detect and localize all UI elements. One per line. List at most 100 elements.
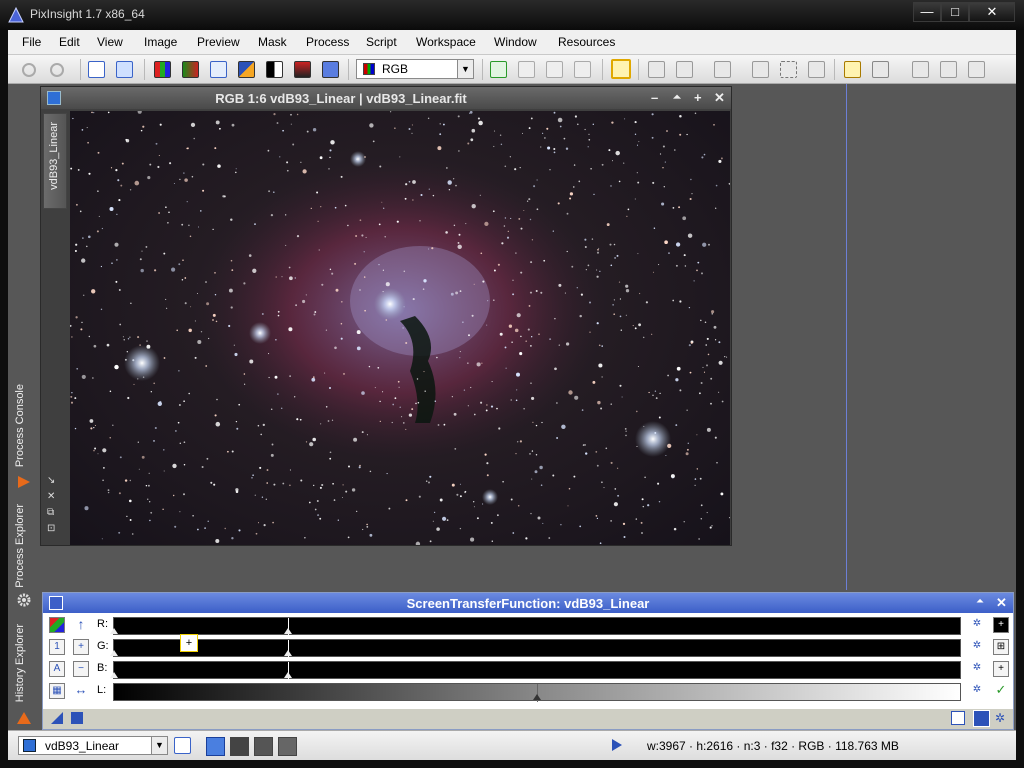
zoom-mode-icon[interactable] bbox=[752, 61, 769, 78]
readout-mode-icon[interactable] bbox=[611, 59, 631, 79]
mask-overlay-icon[interactable] bbox=[322, 61, 339, 78]
stf-shade-icon[interactable]: ⏶ bbox=[976, 596, 984, 607]
minimize-button[interactable]: — bbox=[913, 2, 941, 22]
stf-titlebar[interactable]: ScreenTransferFunction: vdB93_Linear ⏶ ✕ bbox=[43, 593, 1013, 613]
reset-channel-g-icon[interactable]: ✲ bbox=[969, 639, 985, 655]
reset-channel-r-icon[interactable]: ✲ bbox=[969, 617, 985, 633]
view-selector[interactable]: vdB93_Linear ▼ bbox=[18, 736, 168, 755]
history-explorer-icon[interactable] bbox=[16, 710, 32, 726]
apply-global-icon[interactable] bbox=[71, 712, 83, 724]
auto-stretch-icon[interactable]: A bbox=[49, 661, 65, 677]
stf-slider-b[interactable] bbox=[110, 661, 961, 680]
zoom-to-fit-icon[interactable] bbox=[808, 61, 825, 78]
image-minimize-icon[interactable]: – bbox=[651, 90, 658, 105]
process-console-icon[interactable] bbox=[16, 474, 32, 490]
menu-mask[interactable]: Mask bbox=[258, 35, 287, 49]
horizontal-arrows-icon[interactable]: ↔ bbox=[73, 683, 89, 699]
midtones-marker-triangle[interactable] bbox=[284, 650, 292, 656]
view-mode-1-icon[interactable] bbox=[206, 737, 225, 756]
mask-icon[interactable] bbox=[266, 61, 283, 78]
plus-icon[interactable]: + bbox=[73, 639, 89, 655]
shadows-marker[interactable] bbox=[110, 650, 118, 656]
menu-edit[interactable]: Edit bbox=[59, 35, 80, 49]
stf-slider-g[interactable]: + bbox=[110, 634, 961, 658]
reset-channel-b-icon[interactable]: ✲ bbox=[969, 661, 985, 677]
view-mode-3-icon[interactable] bbox=[254, 737, 273, 756]
menu-resources[interactable]: Resources bbox=[558, 35, 615, 49]
close-button[interactable]: ✕ bbox=[969, 2, 1015, 22]
redo-icon[interactable] bbox=[50, 63, 64, 77]
new-preview-icon[interactable] bbox=[210, 61, 227, 78]
fit-view-icon[interactable] bbox=[780, 61, 797, 78]
tool-c-icon[interactable] bbox=[968, 61, 985, 78]
zoom-1-1-icon[interactable] bbox=[88, 61, 105, 78]
image-window-titlebar[interactable]: RGB 1:6 vdB93_Linear | vdB93_Linear.fit … bbox=[41, 87, 731, 109]
show-mask-icon[interactable] bbox=[294, 61, 311, 78]
midtones-marker-triangle[interactable] bbox=[533, 694, 541, 700]
zoom-icon[interactable]: ⊡ bbox=[47, 523, 63, 539]
zoom-fit-small-icon[interactable]: ⊞ bbox=[993, 639, 1009, 655]
rgb-link-icon[interactable] bbox=[49, 617, 65, 633]
new-instance-icon[interactable] bbox=[51, 712, 63, 724]
pan-mode-icon[interactable] bbox=[714, 61, 731, 78]
menu-script[interactable]: Script bbox=[366, 35, 397, 49]
shadows-marker[interactable] bbox=[110, 628, 118, 634]
zoom-in-icon[interactable] bbox=[676, 61, 693, 78]
reset-icon[interactable]: ✲ bbox=[995, 711, 1005, 725]
channel-view-icon[interactable] bbox=[182, 61, 199, 78]
image-close-icon[interactable]: ✕ bbox=[714, 90, 725, 106]
undo-icon[interactable] bbox=[22, 63, 36, 77]
tab-history-explorer[interactable]: History Explorer bbox=[14, 624, 26, 702]
arrow-up-icon[interactable]: ↑ bbox=[73, 617, 89, 633]
play-icon[interactable] bbox=[612, 739, 622, 751]
copy-icon[interactable] bbox=[546, 61, 563, 78]
midtones-marker-triangle[interactable] bbox=[284, 628, 292, 634]
fit-icon[interactable]: ✕ bbox=[47, 491, 63, 507]
gear-icon[interactable] bbox=[16, 592, 32, 608]
midtones-marker-triangle[interactable] bbox=[284, 672, 292, 678]
shrink-icon[interactable]: ↘ bbox=[47, 475, 63, 491]
shadows-marker[interactable] bbox=[110, 672, 118, 678]
menu-file[interactable]: File bbox=[22, 35, 41, 49]
cascade-windows-icon[interactable] bbox=[116, 61, 133, 78]
expand-icon[interactable]: ⧉ bbox=[47, 507, 63, 523]
view-mode-2-icon[interactable] bbox=[230, 737, 249, 756]
tab-process-console[interactable]: Process Console bbox=[14, 384, 26, 467]
tool-b-icon[interactable] bbox=[940, 61, 957, 78]
minus-icon[interactable]: − bbox=[73, 661, 89, 677]
rgb-channels-icon[interactable] bbox=[154, 61, 171, 78]
color-space-select[interactable]: RGB ▼ bbox=[356, 59, 474, 79]
image-shade-icon[interactable]: ⏶ bbox=[673, 92, 681, 103]
stf-close-icon[interactable]: ✕ bbox=[996, 595, 1007, 611]
stf-slider-r[interactable] bbox=[110, 617, 961, 636]
one-to-one-icon[interactable]: 1 bbox=[49, 639, 65, 655]
reset-channel-l-icon[interactable]: ✲ bbox=[969, 683, 985, 699]
menu-process[interactable]: Process bbox=[306, 35, 349, 49]
view-options-icon[interactable] bbox=[174, 737, 191, 754]
image-view-tab[interactable]: vdB93_Linear bbox=[43, 113, 67, 209]
image-window[interactable]: RGB 1:6 vdB93_Linear | vdB93_Linear.fit … bbox=[40, 86, 732, 546]
process-icons-icon[interactable] bbox=[844, 61, 861, 78]
documentation-icon[interactable] bbox=[951, 711, 965, 725]
menu-workspace[interactable]: Workspace bbox=[416, 35, 476, 49]
stf-panel-icon[interactable] bbox=[49, 596, 63, 610]
menu-view[interactable]: View bbox=[97, 35, 123, 49]
edit-icon[interactable] bbox=[518, 61, 535, 78]
menu-image[interactable]: Image bbox=[144, 35, 177, 49]
astro-image-canvas[interactable] bbox=[70, 111, 730, 545]
paste-icon[interactable] bbox=[574, 61, 591, 78]
new-image-icon[interactable] bbox=[490, 61, 507, 78]
preferences-icon[interactable] bbox=[973, 710, 990, 727]
menu-preview[interactable]: Preview bbox=[197, 35, 240, 49]
grid-icon[interactable]: ▦ bbox=[49, 683, 65, 699]
apply-check-icon[interactable]: ✓ bbox=[993, 683, 1009, 699]
view-mode-4-icon[interactable] bbox=[278, 737, 297, 756]
zoom-out-icon[interactable] bbox=[648, 61, 665, 78]
zoom-in-small-icon[interactable]: + bbox=[993, 617, 1009, 633]
image-maximize-icon[interactable]: + bbox=[694, 90, 702, 105]
stf-slider-l[interactable] bbox=[113, 683, 961, 702]
stf-auto-icon[interactable] bbox=[238, 61, 255, 78]
maximize-button[interactable]: □ bbox=[941, 2, 969, 22]
align-icon[interactable] bbox=[872, 61, 889, 78]
zoom-plus-small-icon[interactable]: + bbox=[993, 661, 1009, 677]
